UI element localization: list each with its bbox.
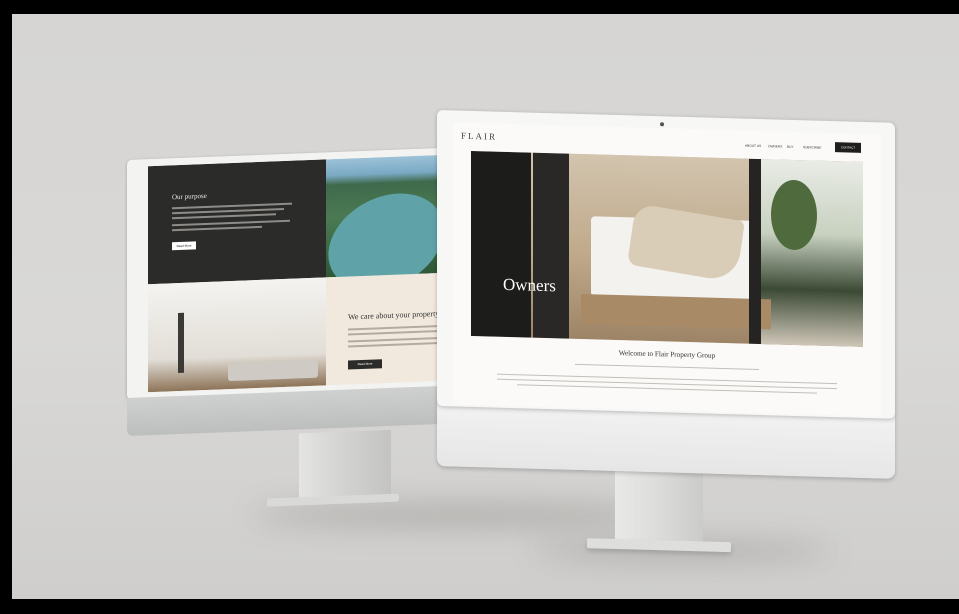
front-monitor-screen: FLAIR ABOUT US OWNERS BUY SUBSCRIBE CONT… [453,122,881,417]
front-monitor: FLAIR ABOUT US OWNERS BUY SUBSCRIBE CONT… [437,110,897,553]
purpose-panel: Our purpose Read More [148,159,326,285]
mockup-scene: Our purpose Read More We care about your… [12,14,959,599]
living-room-photo [148,277,326,393]
purpose-read-more-button[interactable]: Read More [172,241,196,251]
site-logo[interactable]: FLAIR [461,131,497,142]
text-line [172,225,262,231]
camera-icon [660,122,664,127]
front-monitor-stand [615,470,703,544]
nav-item-subscribe[interactable]: SUBSCRIBE [803,145,821,150]
text-line [172,213,276,219]
dark-doorway [471,150,531,338]
bed-post [533,152,569,339]
hero-title: Owners [503,274,556,296]
care-read-more-button[interactable]: Read More [348,359,382,370]
back-monitor-shadow [252,504,672,526]
bed-post-right [749,158,761,345]
welcome-heading: Welcome to Flair Property Group [618,349,716,360]
nav-item-buy[interactable]: BUY [787,145,794,149]
front-monitor-bezel: FLAIR ABOUT US OWNERS BUY SUBSCRIBE CONT… [437,110,895,419]
plant [771,179,817,251]
window-area [761,159,863,347]
lamp [178,312,184,374]
sofa [228,359,318,382]
hero-image: Owners [471,150,863,347]
purpose-heading: Our purpose [172,191,207,202]
nav-item-owners[interactable]: OWNERS [768,144,782,148]
text-line [172,219,290,226]
care-heading: We care about your property [348,309,440,322]
nav-item-about[interactable]: ABOUT US [745,144,761,148]
text-line [575,363,759,371]
contact-button[interactable]: CONTACT [835,142,861,153]
back-monitor-stand [299,429,391,500]
bed-frame [581,294,771,330]
